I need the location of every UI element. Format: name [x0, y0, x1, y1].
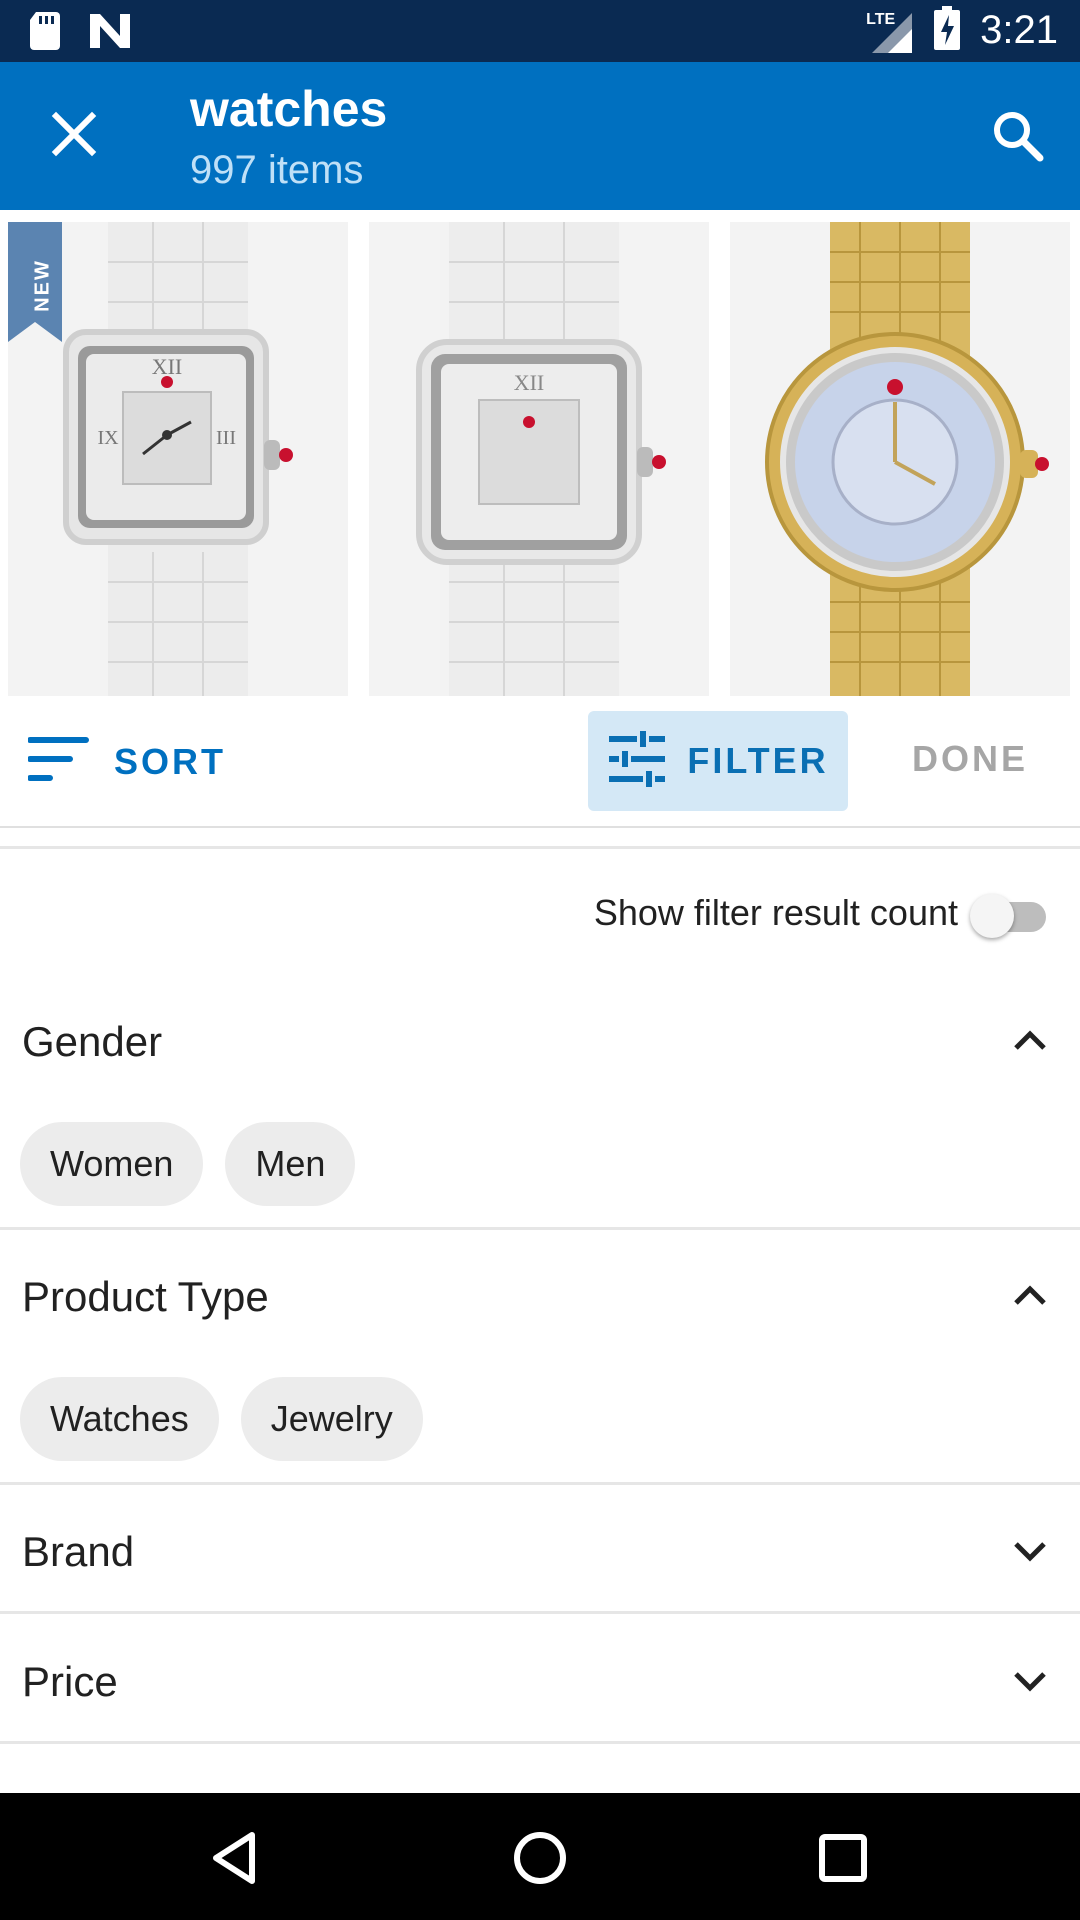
chevron-down-icon[interactable]: [1010, 1662, 1050, 1702]
filter-count-switch[interactable]: [970, 894, 1050, 938]
svg-text:IX: IX: [97, 427, 119, 449]
chip-watches[interactable]: Watches: [20, 1377, 219, 1461]
divider: [0, 1482, 1080, 1485]
svg-text:XII: XII: [152, 354, 183, 379]
page-title: watches: [190, 81, 388, 137]
item-count: 997 items: [190, 148, 364, 192]
divider: [0, 1227, 1080, 1230]
filter-count-toggle-row: Show filter result count: [0, 880, 1080, 950]
chevron-down-icon[interactable]: [1010, 1532, 1050, 1572]
svg-text:III: III: [216, 427, 236, 449]
product-carousel[interactable]: XII IX III NEW XII: [0, 210, 1080, 696]
app-bar: watches 997 items: [0, 62, 1080, 210]
product-card[interactable]: XII IX III NEW: [8, 222, 348, 696]
product-card[interactable]: [730, 222, 1070, 696]
filter-button[interactable]: FILTER: [588, 711, 848, 811]
section-title[interactable]: Product Type: [22, 1273, 269, 1321]
gold-watch-image: [765, 222, 1049, 696]
product-card[interactable]: XII: [369, 222, 709, 696]
filter-section-gender: Gender Women Men: [0, 1010, 1080, 1230]
n-logo-icon: [90, 14, 130, 53]
sort-icon: [27, 736, 90, 787]
section-title[interactable]: Price: [22, 1658, 118, 1706]
svg-text:XII: XII: [514, 370, 545, 395]
chip-jewelry[interactable]: Jewelry: [240, 1377, 423, 1461]
chevron-up-icon[interactable]: [1010, 1275, 1050, 1315]
white-watch-image: XII: [416, 222, 666, 696]
filter-section-price[interactable]: Price: [0, 1650, 1080, 1740]
recents-icon[interactable]: [808, 1823, 878, 1893]
filter-label: FILTER: [687, 740, 829, 781]
sort-filter-bar: SORT FILTER DONE: [0, 696, 1080, 828]
chip-men[interactable]: Men: [225, 1122, 356, 1206]
section-title[interactable]: Brand: [22, 1528, 134, 1576]
system-nav-bar: [0, 1793, 1080, 1920]
battery-charging-icon: [934, 6, 961, 55]
status-bar: LTE 3:21: [0, 0, 1080, 62]
chevron-up-icon[interactable]: [1010, 1020, 1050, 1060]
chip-women[interactable]: Women: [20, 1122, 204, 1206]
home-icon[interactable]: [505, 1823, 575, 1893]
divider: [0, 1741, 1080, 1744]
divider: [0, 1611, 1080, 1614]
back-icon[interactable]: [200, 1823, 270, 1893]
section-title[interactable]: Gender: [22, 1018, 162, 1066]
clock: 3:21: [980, 8, 1058, 52]
divider: [0, 846, 1080, 849]
filter-section-product-type: Product Type Watches Jewelry: [0, 1265, 1080, 1485]
toggle-label: Show filter result count: [593, 892, 958, 933]
done-button[interactable]: DONE: [912, 738, 1028, 780]
sort-label: SORT: [114, 740, 227, 782]
signal-icon: LTE: [866, 7, 914, 55]
filter-sliders-icon: [607, 730, 667, 792]
sort-button[interactable]: SORT: [27, 736, 227, 787]
close-icon[interactable]: [42, 102, 106, 166]
new-badge: NEW: [8, 222, 70, 354]
search-icon[interactable]: [986, 104, 1050, 168]
sd-card-icon: [30, 12, 62, 55]
filter-section-brand[interactable]: Brand: [0, 1520, 1080, 1610]
